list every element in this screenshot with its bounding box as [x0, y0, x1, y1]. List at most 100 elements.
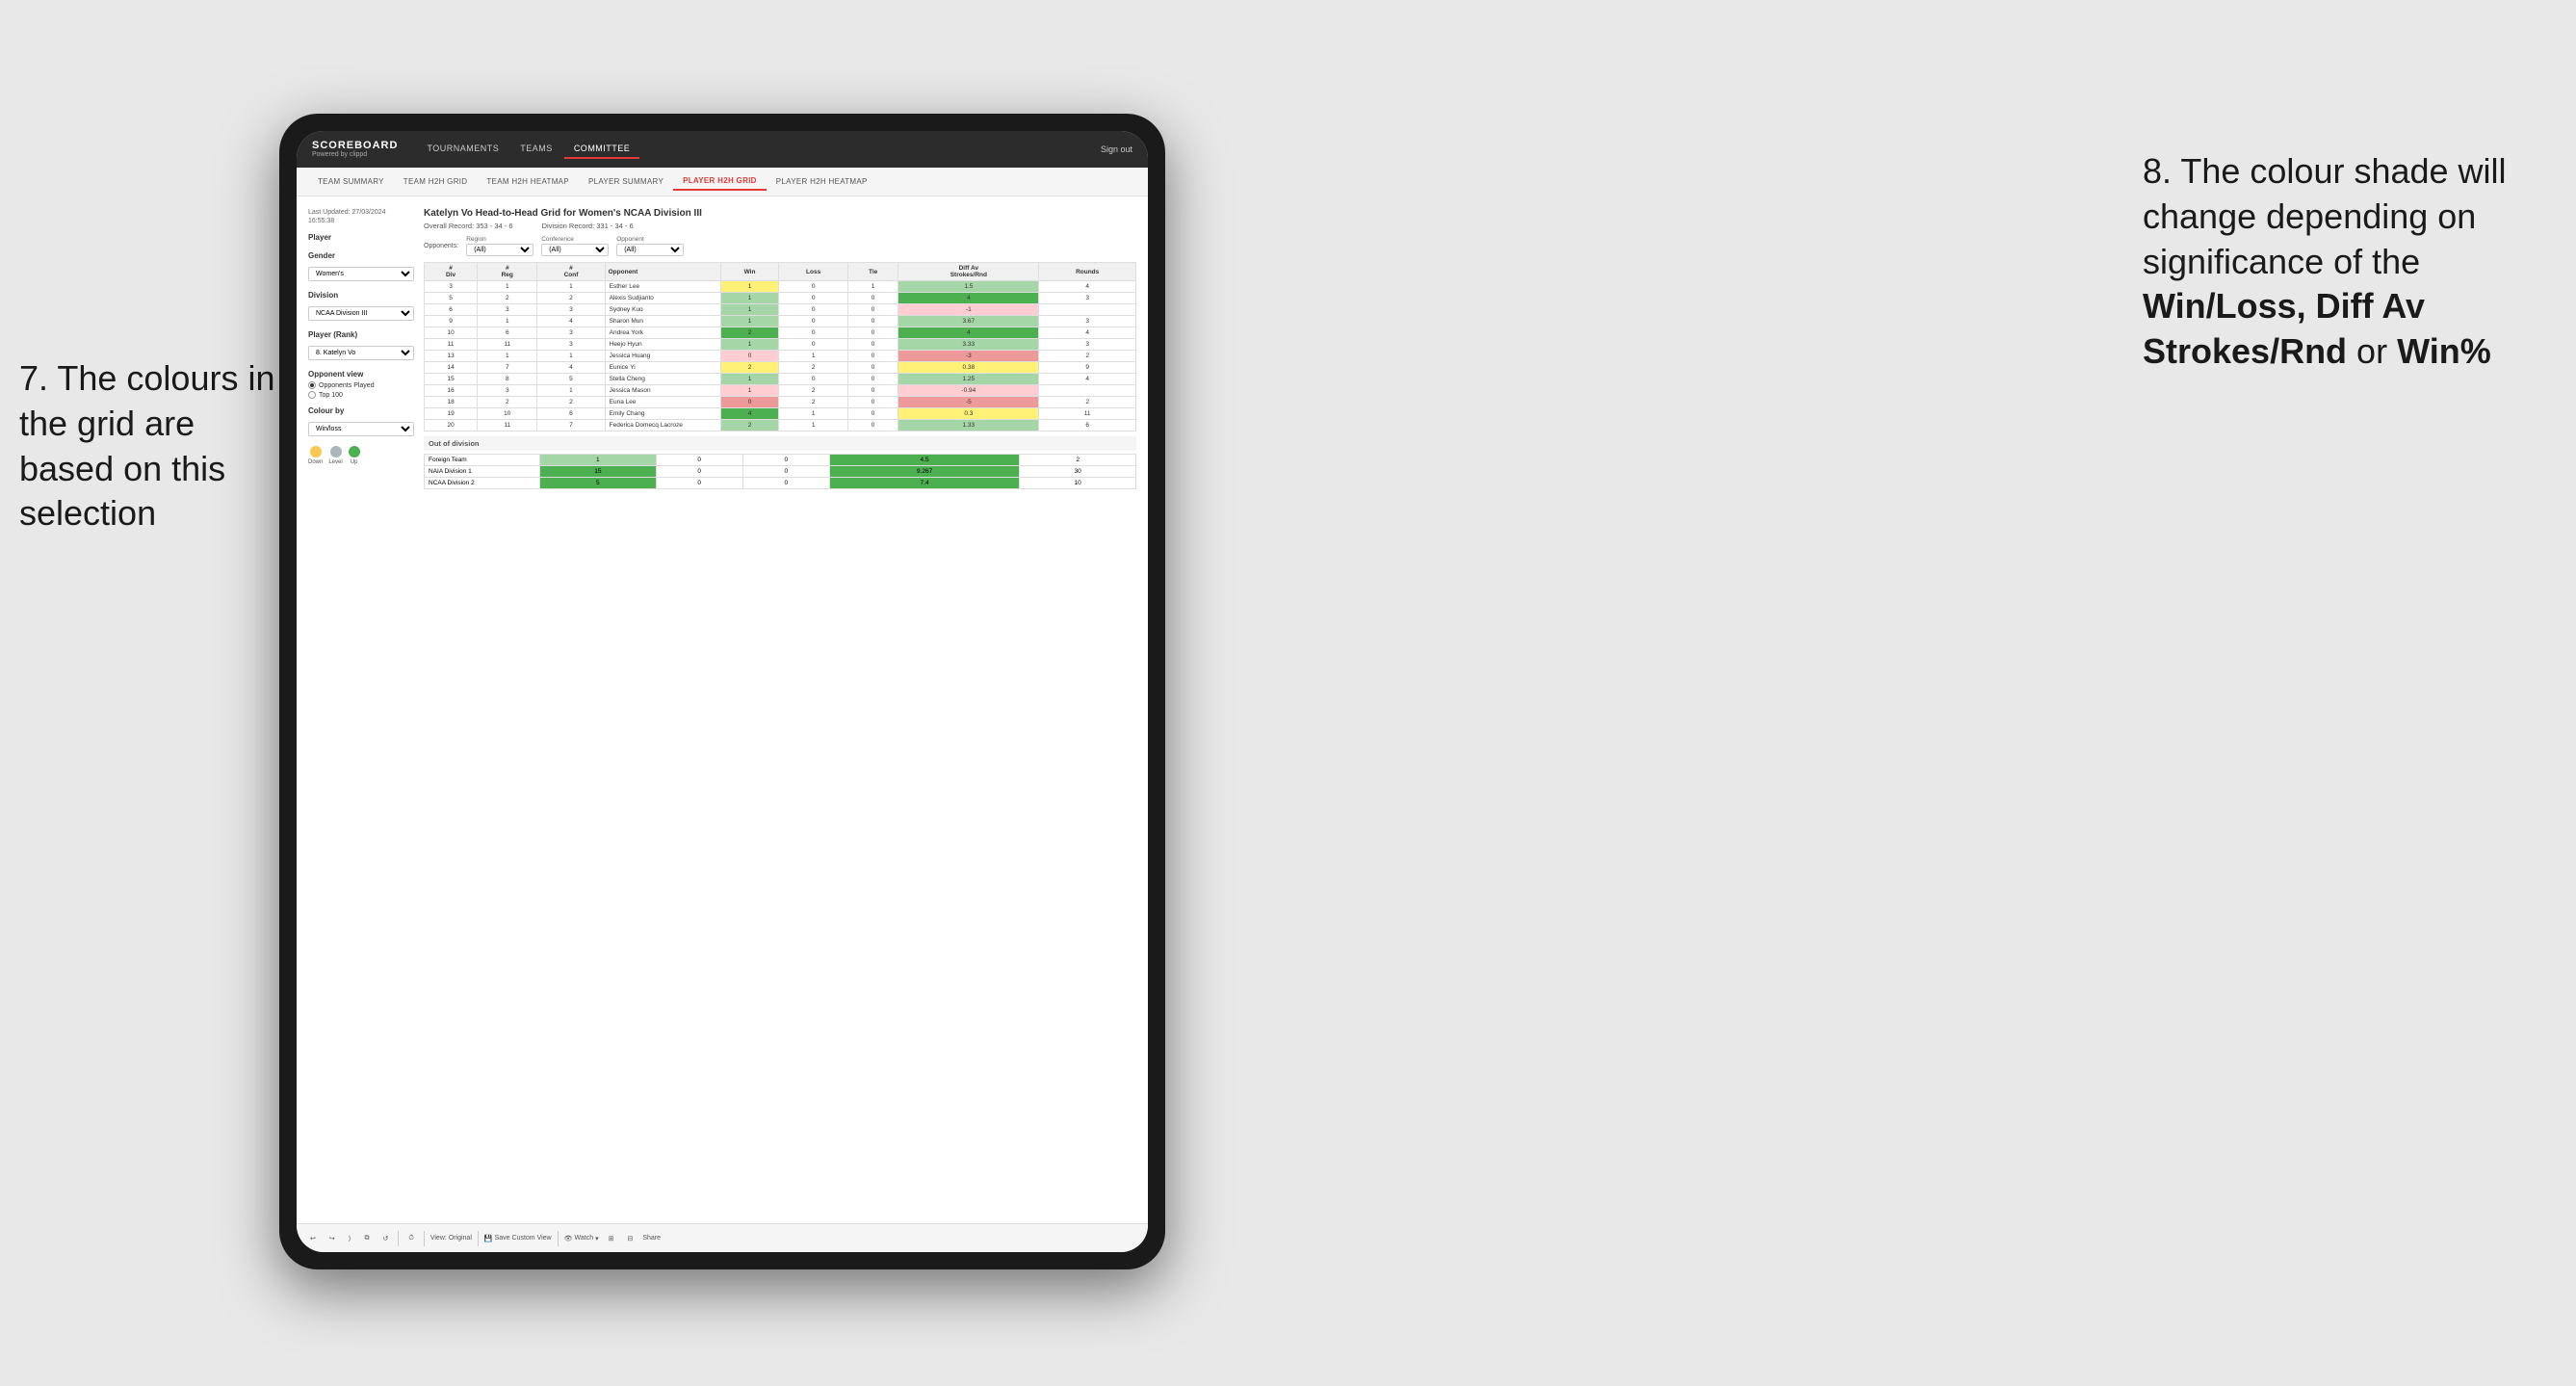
cell-conf: 4	[537, 362, 605, 374]
cell-conf: 2	[537, 293, 605, 304]
share-btn[interactable]: Share	[642, 1235, 661, 1242]
nav-item-committee[interactable]: COMMITTEE	[564, 140, 640, 159]
table-row: 14 7 4 Eunice Yi 2 2 0 0.38 9	[425, 362, 1136, 374]
colour-by-select[interactable]: Win/loss	[308, 422, 414, 436]
logo-area: SCOREBOARD Powered by clippd	[312, 141, 398, 158]
out-div-loss: 0	[656, 478, 742, 489]
table-row: 3 1 1 Esther Lee 1 0 1 1.5 4	[425, 281, 1136, 293]
conference-select[interactable]: (All)	[541, 244, 609, 256]
out-of-division-table: Foreign Team 1 0 0 4.5 2 NAIA Division 1…	[424, 454, 1136, 489]
cell-win: 4	[720, 408, 779, 420]
cell-diff: -3	[898, 351, 1039, 362]
cell-reg: 1	[478, 316, 537, 327]
sub-nav-player-h2h-heatmap[interactable]: PLAYER H2H HEATMAP	[767, 173, 877, 190]
division-label: Division	[308, 291, 414, 300]
undo-btn[interactable]: ↩	[306, 1233, 320, 1244]
nav-item-tournaments[interactable]: TOURNAMENTS	[417, 140, 508, 159]
region-select[interactable]: (All)	[466, 244, 533, 256]
cell-opponent: Federica Domecq Lacroze	[605, 420, 720, 431]
out-div-table-row: NAIA Division 1 15 0 0 9.267 30	[425, 466, 1136, 478]
cell-tie: 0	[847, 385, 898, 397]
copy-btn[interactable]: ⧉	[360, 1233, 373, 1244]
bottom-toolbar: ↩ ↪ ⟩ ⧉ ↺ ⏱ View: Original 💾 Save Custom…	[297, 1223, 1148, 1252]
cell-diff: 0.3	[898, 408, 1039, 420]
legend-up: Up	[349, 446, 360, 465]
col-reg: #Reg	[478, 263, 537, 281]
sidebar-division-section: Division NCAA Division III	[308, 291, 414, 321]
save-custom-btn[interactable]: 💾 Save Custom View	[484, 1235, 552, 1242]
sign-out[interactable]: Sign out	[1101, 144, 1132, 154]
cell-tie: 0	[847, 304, 898, 316]
cell-div: 5	[425, 293, 478, 304]
cell-loss: 1	[779, 408, 847, 420]
redo-btn[interactable]: ↪	[325, 1233, 339, 1244]
cell-win: 1	[720, 281, 779, 293]
sidebar-player-rank-section: Player (Rank) 8. Katelyn Vo	[308, 330, 414, 360]
cell-rounds: 2	[1039, 397, 1136, 408]
sub-nav-team-summary[interactable]: TEAM SUMMARY	[308, 173, 394, 190]
cell-conf: 1	[537, 351, 605, 362]
cell-rounds: 4	[1039, 327, 1136, 339]
overall-record: Overall Record: 353 - 34 - 6	[424, 222, 513, 230]
cell-reg: 7	[478, 362, 537, 374]
player-rank-select[interactable]: 8. Katelyn Vo	[308, 346, 414, 360]
cell-diff: 1.25	[898, 374, 1039, 385]
cell-diff: -5	[898, 397, 1039, 408]
opponent-select[interactable]: (All)	[616, 244, 684, 256]
nav-items: TOURNAMENTS TEAMS COMMITTEE	[417, 140, 1101, 159]
cell-loss: 2	[779, 362, 847, 374]
cell-div: 6	[425, 304, 478, 316]
watch-btn[interactable]: 👁 Watch ▾	[564, 1235, 599, 1242]
cell-div: 3	[425, 281, 478, 293]
cell-reg: 3	[478, 385, 537, 397]
cell-loss: 1	[779, 420, 847, 431]
cell-tie: 0	[847, 293, 898, 304]
table-row: 15 8 5 Stella Cheng 1 0 0 1.25 4	[425, 374, 1136, 385]
cell-rounds: 11	[1039, 408, 1136, 420]
cell-conf: 3	[537, 339, 605, 351]
table-row: 11 11 3 Heejo Hyun 1 0 0 3.33 3	[425, 339, 1136, 351]
cell-tie: 0	[847, 339, 898, 351]
division-select[interactable]: NCAA Division III	[308, 306, 414, 321]
main-content: Last Updated: 27/03/2024 16:55:38 Player…	[297, 196, 1148, 1223]
cell-conf: 1	[537, 385, 605, 397]
table-row: 9 1 4 Sharon Mun 1 0 0 3.67 3	[425, 316, 1136, 327]
radio-opponents-played[interactable]: Opponents Played	[308, 381, 414, 389]
cell-diff: 4	[898, 293, 1039, 304]
radio-top100[interactable]: Top 100	[308, 391, 414, 399]
cell-diff: 1.5	[898, 281, 1039, 293]
view-original-btn[interactable]: View: Original	[430, 1235, 472, 1242]
last-updated: Last Updated: 27/03/2024 16:55:38	[308, 208, 414, 225]
layout-btn[interactable]: ⊞	[605, 1233, 618, 1244]
out-div-table-row: Foreign Team 1 0 0 4.5 2	[425, 455, 1136, 466]
top-nav: SCOREBOARD Powered by clippd TOURNAMENTS…	[297, 131, 1148, 168]
cell-diff: 4	[898, 327, 1039, 339]
cell-conf: 4	[537, 316, 605, 327]
cell-tie: 1	[847, 281, 898, 293]
table-row: 19 10 6 Emily Chang 4 1 0 0.3 11	[425, 408, 1136, 420]
sub-nav-team-h2h-grid[interactable]: TEAM H2H GRID	[394, 173, 478, 190]
opponent-view-section: Opponent view Opponents Played Top 100	[308, 370, 414, 399]
sidebar-gender-section: Gender Women's	[308, 251, 414, 281]
division-record: Division Record: 331 - 34 - 6	[542, 222, 634, 230]
cell-reg: 3	[478, 304, 537, 316]
cell-diff: -0.94	[898, 385, 1039, 397]
cell-win: 1	[720, 293, 779, 304]
grid-btn[interactable]: ⊟	[623, 1233, 637, 1244]
gender-select[interactable]: Women's	[308, 267, 414, 281]
sub-nav-player-summary[interactable]: PLAYER SUMMARY	[579, 173, 673, 190]
cell-reg: 2	[478, 293, 537, 304]
refresh-btn[interactable]: ↺	[378, 1233, 392, 1244]
out-div-rounds: 30	[1020, 466, 1136, 478]
cell-tie: 0	[847, 362, 898, 374]
filters-row: Opponents: Region (All) Conference (All)	[424, 236, 1136, 256]
nav-item-teams[interactable]: TEAMS	[510, 140, 562, 159]
sub-nav-player-h2h-grid[interactable]: PLAYER H2H GRID	[673, 172, 767, 191]
table-row: 20 11 7 Federica Domecq Lacroze 2 1 0 1.…	[425, 420, 1136, 431]
timer-btn[interactable]: ⏱	[404, 1233, 417, 1244]
logo-text: SCOREBOARD	[312, 141, 398, 151]
filter-opponent: Opponent (All)	[616, 236, 684, 256]
out-div-tie: 0	[742, 455, 829, 466]
forward-btn[interactable]: ⟩	[345, 1233, 355, 1244]
sub-nav-team-h2h-heatmap[interactable]: TEAM H2H HEATMAP	[477, 173, 579, 190]
